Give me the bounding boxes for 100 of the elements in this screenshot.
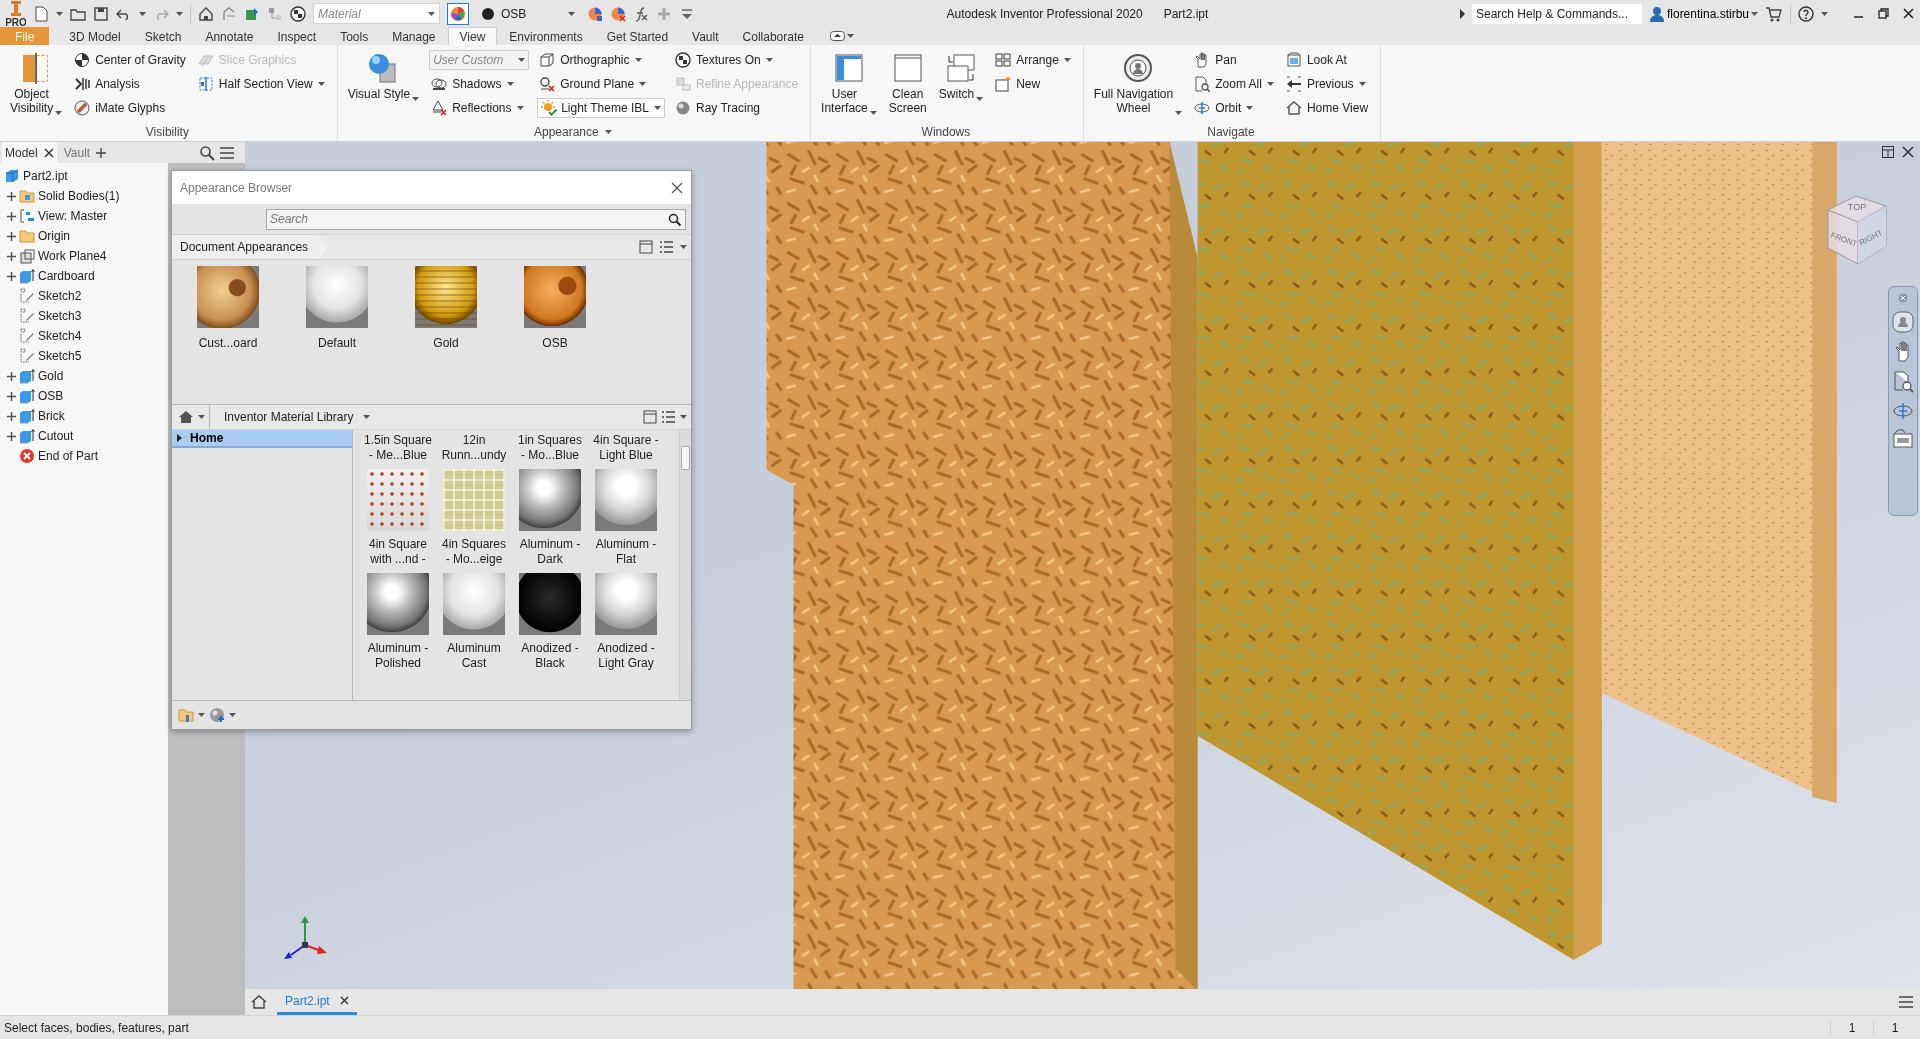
ribbon-tab[interactable]: Vault xyxy=(680,27,731,45)
orbit-icon[interactable] xyxy=(1893,401,1913,421)
tree-item[interactable]: Work Plane4 xyxy=(38,249,107,263)
hand-icon[interactable] xyxy=(1894,341,1912,363)
appearance-item[interactable]: Default xyxy=(304,266,370,404)
ribbon-command-button[interactable]: Switch xyxy=(936,50,986,103)
appearance-item[interactable]: Aluminum - Dark xyxy=(512,469,588,567)
caret-icon[interactable] xyxy=(1821,11,1828,16)
appearance-item[interactable]: Aluminum Cast xyxy=(436,573,512,671)
navigation-wheel-icon[interactable] xyxy=(1892,311,1914,333)
tree-item[interactable]: Sketch3 xyxy=(38,309,82,323)
browser-tab[interactable]: Vault xyxy=(60,142,110,163)
ribbon-tab[interactable]: Manage xyxy=(380,27,448,45)
close-icon[interactable] xyxy=(1902,146,1914,158)
tree-item[interactable]: Cutout xyxy=(38,429,74,443)
save-icon[interactable] xyxy=(93,5,109,22)
tree-item[interactable]: Sketch2 xyxy=(38,289,82,303)
ribbon-command-button[interactable]: Object Visibility xyxy=(8,50,65,117)
material-dropdown[interactable]: Material xyxy=(313,3,440,24)
menu-icon[interactable] xyxy=(219,144,235,161)
ribbon-command-button[interactable]: User Interface xyxy=(819,50,879,117)
list-view-icon[interactable] xyxy=(661,410,676,424)
ribbon-tab[interactable]: Tools xyxy=(328,27,381,45)
view-toggle-icon[interactable] xyxy=(643,410,657,424)
appearance-item[interactable]: Aluminum - Polished xyxy=(360,573,436,671)
ribbon-command-button[interactable]: Look At xyxy=(1283,50,1371,70)
list-view-icon[interactable] xyxy=(659,240,674,254)
caret-icon[interactable] xyxy=(56,11,63,16)
expander-icon[interactable] xyxy=(7,191,16,201)
ribbon-command-button[interactable]: Ray Tracing xyxy=(673,98,801,118)
ribbon-command-button[interactable]: Zoom All xyxy=(1192,74,1276,94)
tree-item[interactable]: Part2.ipt xyxy=(23,169,68,183)
ribbon-dropdown[interactable]: Light Theme IBL xyxy=(537,98,665,118)
caret-icon[interactable] xyxy=(229,713,236,717)
function-icon[interactable] xyxy=(633,5,649,22)
search-field[interactable]: Search xyxy=(266,208,686,230)
close-icon[interactable] xyxy=(339,996,349,1005)
checker-icon[interactable] xyxy=(290,5,306,22)
expander-icon[interactable] xyxy=(7,211,16,221)
return-icon[interactable] xyxy=(221,5,237,22)
ribbon-tab[interactable]: Get Started xyxy=(594,27,681,45)
panel-toggle-icon[interactable] xyxy=(829,31,845,41)
ribbon-command-button[interactable]: Arrange xyxy=(993,50,1073,70)
update-icon[interactable] xyxy=(244,5,260,22)
ribbon-command-button[interactable]: Shadows xyxy=(429,74,530,94)
help-icon[interactable] xyxy=(1798,5,1814,22)
home-icon[interactable] xyxy=(178,409,194,425)
tree-item[interactable]: OSB xyxy=(38,389,64,403)
ribbon-command-button[interactable]: New xyxy=(993,74,1073,94)
create-material-icon[interactable] xyxy=(209,707,225,723)
split-window-icon[interactable] xyxy=(1882,146,1894,158)
ribbon-command-button[interactable]: Reflections xyxy=(429,98,530,118)
view-toggle-icon[interactable] xyxy=(639,240,653,254)
clear-appearance-icon[interactable] xyxy=(610,5,626,22)
tree-item[interactable]: Cardboard xyxy=(38,269,95,283)
home-icon[interactable] xyxy=(198,5,214,22)
appearance-item[interactable]: 1.5in Square - Me...Blue xyxy=(360,433,436,463)
ribbon-tab[interactable]: 3D Model xyxy=(57,27,133,45)
tree-item[interactable]: Origin xyxy=(38,229,70,243)
appearance-item[interactable]: Anodized - Light Gray xyxy=(588,573,664,671)
ribbon-command-button[interactable]: Home View xyxy=(1283,98,1371,118)
ribbon-command-button[interactable]: Orthographic xyxy=(537,50,665,70)
ribbon-command-button[interactable]: Full Navigation Wheel xyxy=(1091,50,1185,117)
close-icon[interactable] xyxy=(671,181,683,194)
appearance-item[interactable]: 1in Squares - Mo...Blue xyxy=(512,433,588,463)
color-wheel-icon[interactable] xyxy=(447,2,469,25)
ribbon-command-button[interactable]: Pan xyxy=(1192,50,1276,70)
browser-tab[interactable]: Model xyxy=(2,142,57,163)
ribbon-tab[interactable]: Annotate xyxy=(193,27,266,45)
tree-item[interactable]: Solid Bodies(1) xyxy=(38,189,120,203)
tree-item[interactable]: Gold xyxy=(38,369,64,383)
close-icon[interactable] xyxy=(1903,8,1914,19)
appearance-item[interactable]: Aluminum - Flat xyxy=(588,469,664,567)
expander-icon[interactable] xyxy=(7,411,16,421)
new-file-icon[interactable] xyxy=(33,5,49,22)
look-at-icon[interactable] xyxy=(1893,429,1913,449)
tree-item[interactable]: Brick xyxy=(38,409,65,423)
caret-icon[interactable] xyxy=(680,245,687,249)
appearance-dropdown[interactable]: OSB xyxy=(476,3,580,24)
appearance-item[interactable]: 4in Square - Light Blue xyxy=(588,433,664,463)
expander-icon[interactable] xyxy=(7,371,16,381)
ribbon-command-button[interactable]: Half Section View xyxy=(195,74,327,94)
ribbon-command-button[interactable]: Clean Screen xyxy=(886,50,929,117)
ribbon-command-button[interactable]: Ground Plane xyxy=(537,74,665,94)
caret-icon[interactable] xyxy=(604,130,612,134)
ribbon-command-button[interactable]: Analysis xyxy=(72,74,188,94)
ribbon-command-button[interactable]: Textures On xyxy=(673,50,801,70)
library-folder-icon[interactable] xyxy=(178,707,194,723)
appearance-item[interactable]: Cust...oard xyxy=(195,266,261,404)
ribbon-command-button[interactable]: Orbit xyxy=(1192,98,1276,118)
ribbon-tab[interactable]: View xyxy=(447,27,498,45)
expander-icon[interactable] xyxy=(7,431,16,441)
expander-icon[interactable] xyxy=(7,231,16,241)
ribbon-command-button[interactable]: iMate Glyphs xyxy=(72,98,188,118)
ribbon-tab[interactable]: Inspect xyxy=(265,27,329,45)
tree-item[interactable]: Sketch5 xyxy=(38,349,82,363)
appearance-item[interactable]: Anodized - Black xyxy=(512,573,588,671)
library-tree-item[interactable]: Home xyxy=(172,430,352,448)
ribbon-command-button[interactable]: Center of Gravity xyxy=(72,50,188,70)
tree-item[interactable]: End of Part xyxy=(38,449,99,463)
